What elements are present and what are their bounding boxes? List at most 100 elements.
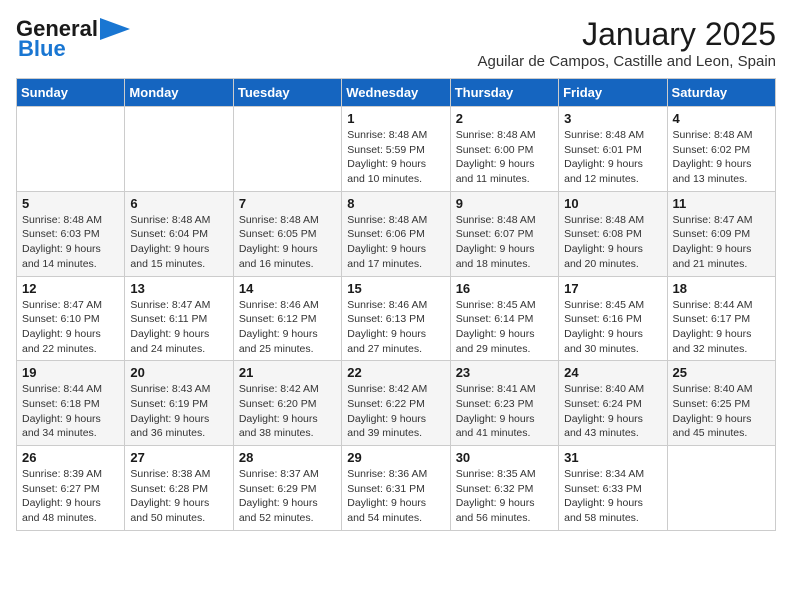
calendar-week-row: 5 Sunrise: 8:48 AM Sunset: 6:03 PM Daylig… xyxy=(17,191,776,276)
calendar-cell: 11 Sunrise: 8:47 AM Sunset: 6:09 PM Dayli… xyxy=(667,191,775,276)
day-info: Sunrise: 8:48 AM Sunset: 6:00 PM Dayligh… xyxy=(456,128,553,187)
weekday-header: Saturday xyxy=(667,79,775,107)
day-number: 3 xyxy=(564,111,661,126)
day-number: 2 xyxy=(456,111,553,126)
day-number: 29 xyxy=(347,450,444,465)
day-info: Sunrise: 8:45 AM Sunset: 6:16 PM Dayligh… xyxy=(564,298,661,357)
calendar-cell: 16 Sunrise: 8:45 AM Sunset: 6:14 PM Dayli… xyxy=(450,276,558,361)
logo-arrow-icon xyxy=(100,18,130,40)
day-info: Sunrise: 8:44 AM Sunset: 6:17 PM Dayligh… xyxy=(673,298,770,357)
day-info: Sunrise: 8:40 AM Sunset: 6:25 PM Dayligh… xyxy=(673,382,770,441)
calendar-cell: 18Sunrise: 8:44 AM Sunset: 6:17 PM Dayli… xyxy=(667,276,775,361)
day-number: 21 xyxy=(239,365,336,380)
day-number: 23 xyxy=(456,365,553,380)
calendar-cell xyxy=(667,446,775,531)
day-info: Sunrise: 8:39 AM Sunset: 6:27 PM Dayligh… xyxy=(22,467,119,526)
day-info: Sunrise: 8:34 AM Sunset: 6:33 PM Dayligh… xyxy=(564,467,661,526)
day-info: Sunrise: 8:48 AM Sunset: 6:07 PM Dayligh… xyxy=(456,213,553,272)
day-info: Sunrise: 8:45 AM Sunset: 6:14 PM Dayligh… xyxy=(456,298,553,357)
day-number: 7 xyxy=(239,196,336,211)
calendar-cell: 27 Sunrise: 8:38 AM Sunset: 6:28 PM Dayli… xyxy=(125,446,233,531)
calendar-header-row: SundayMondayTuesdayWednesdayThursdayFrid… xyxy=(17,79,776,107)
weekday-header: Thursday xyxy=(450,79,558,107)
calendar-cell: 20 Sunrise: 8:43 AM Sunset: 6:19 PM Dayli… xyxy=(125,361,233,446)
day-number: 13 xyxy=(130,281,227,296)
title-section: January 2025 Aguilar de Campos, Castille… xyxy=(477,16,776,70)
day-number: 1 xyxy=(347,111,444,126)
day-number: 15 xyxy=(347,281,444,296)
day-info: Sunrise: 8:42 AM Sunset: 6:20 PM Dayligh… xyxy=(239,382,336,441)
day-number: 8 xyxy=(347,196,444,211)
day-info: Sunrise: 8:47 AM Sunset: 6:10 PM Dayligh… xyxy=(22,298,119,357)
calendar-cell: 22 Sunrise: 8:42 AM Sunset: 6:22 PM Dayli… xyxy=(342,361,450,446)
calendar-cell xyxy=(17,107,125,192)
day-number: 11 xyxy=(673,196,770,211)
logo-blue: Blue xyxy=(18,36,66,62)
day-info: Sunrise: 8:38 AM Sunset: 6:28 PM Dayligh… xyxy=(130,467,227,526)
day-info: Sunrise: 8:37 AM Sunset: 6:29 PM Dayligh… xyxy=(239,467,336,526)
calendar-week-row: 19 Sunrise: 8:44 AM Sunset: 6:18 PM Dayli… xyxy=(17,361,776,446)
weekday-header: Wednesday xyxy=(342,79,450,107)
calendar-cell: 28 Sunrise: 8:37 AM Sunset: 6:29 PM Dayli… xyxy=(233,446,341,531)
month-title: January 2025 xyxy=(477,16,776,53)
calendar-cell: 26 Sunrise: 8:39 AM Sunset: 6:27 PM Dayli… xyxy=(17,446,125,531)
day-info: Sunrise: 8:46 AM Sunset: 6:12 PM Dayligh… xyxy=(239,298,336,357)
weekday-header: Friday xyxy=(559,79,667,107)
day-info: Sunrise: 8:48 AM Sunset: 6:02 PM Dayligh… xyxy=(673,128,770,187)
day-info: Sunrise: 8:48 AM Sunset: 6:01 PM Dayligh… xyxy=(564,128,661,187)
day-number: 19 xyxy=(22,365,119,380)
calendar-cell xyxy=(125,107,233,192)
calendar-cell: 31 Sunrise: 8:34 AM Sunset: 6:33 PM Dayli… xyxy=(559,446,667,531)
calendar-cell: 2 Sunrise: 8:48 AM Sunset: 6:00 PM Daylig… xyxy=(450,107,558,192)
weekday-header: Monday xyxy=(125,79,233,107)
calendar-cell: 13Sunrise: 8:47 AM Sunset: 6:11 PM Dayli… xyxy=(125,276,233,361)
day-info: Sunrise: 8:46 AM Sunset: 6:13 PM Dayligh… xyxy=(347,298,444,357)
calendar-cell: 5 Sunrise: 8:48 AM Sunset: 6:03 PM Daylig… xyxy=(17,191,125,276)
calendar-week-row: 12 Sunrise: 8:47 AM Sunset: 6:10 PM Dayli… xyxy=(17,276,776,361)
calendar-cell: 10 Sunrise: 8:48 AM Sunset: 6:08 PM Dayli… xyxy=(559,191,667,276)
day-info: Sunrise: 8:44 AM Sunset: 6:18 PM Dayligh… xyxy=(22,382,119,441)
day-info: Sunrise: 8:48 AM Sunset: 6:08 PM Dayligh… xyxy=(564,213,661,272)
calendar-cell: 17 Sunrise: 8:45 AM Sunset: 6:16 PM Dayli… xyxy=(559,276,667,361)
calendar-cell: 24Sunrise: 8:40 AM Sunset: 6:24 PM Dayli… xyxy=(559,361,667,446)
calendar-cell: 23 Sunrise: 8:41 AM Sunset: 6:23 PM Dayli… xyxy=(450,361,558,446)
day-number: 6 xyxy=(130,196,227,211)
day-info: Sunrise: 8:48 AM Sunset: 6:03 PM Dayligh… xyxy=(22,213,119,272)
calendar-cell: 19 Sunrise: 8:44 AM Sunset: 6:18 PM Dayli… xyxy=(17,361,125,446)
day-info: Sunrise: 8:40 AM Sunset: 6:24 PM Dayligh… xyxy=(564,382,661,441)
day-number: 20 xyxy=(130,365,227,380)
calendar-cell: 8 Sunrise: 8:48 AM Sunset: 6:06 PM Daylig… xyxy=(342,191,450,276)
day-number: 5 xyxy=(22,196,119,211)
day-number: 25 xyxy=(673,365,770,380)
calendar-cell: 25 Sunrise: 8:40 AM Sunset: 6:25 PM Dayli… xyxy=(667,361,775,446)
weekday-header: Tuesday xyxy=(233,79,341,107)
calendar-cell: 3 Sunrise: 8:48 AM Sunset: 6:01 PM Daylig… xyxy=(559,107,667,192)
day-number: 12 xyxy=(22,281,119,296)
day-info: Sunrise: 8:47 AM Sunset: 6:09 PM Dayligh… xyxy=(673,213,770,272)
weekday-header: Sunday xyxy=(17,79,125,107)
day-number: 28 xyxy=(239,450,336,465)
calendar-cell: 21 Sunrise: 8:42 AM Sunset: 6:20 PM Dayli… xyxy=(233,361,341,446)
day-number: 16 xyxy=(456,281,553,296)
day-number: 22 xyxy=(347,365,444,380)
day-info: Sunrise: 8:48 AM Sunset: 6:05 PM Dayligh… xyxy=(239,213,336,272)
logo: General Blue xyxy=(16,16,130,62)
day-number: 17 xyxy=(564,281,661,296)
day-info: Sunrise: 8:43 AM Sunset: 6:19 PM Dayligh… xyxy=(130,382,227,441)
day-number: 26 xyxy=(22,450,119,465)
day-number: 4 xyxy=(673,111,770,126)
calendar-cell: 15 Sunrise: 8:46 AM Sunset: 6:13 PM Dayli… xyxy=(342,276,450,361)
day-number: 27 xyxy=(130,450,227,465)
day-info: Sunrise: 8:48 AM Sunset: 6:04 PM Dayligh… xyxy=(130,213,227,272)
day-info: Sunrise: 8:35 AM Sunset: 6:32 PM Dayligh… xyxy=(456,467,553,526)
day-info: Sunrise: 8:42 AM Sunset: 6:22 PM Dayligh… xyxy=(347,382,444,441)
calendar-cell: 6 Sunrise: 8:48 AM Sunset: 6:04 PM Daylig… xyxy=(125,191,233,276)
calendar-cell xyxy=(233,107,341,192)
day-number: 31 xyxy=(564,450,661,465)
calendar-cell: 7 Sunrise: 8:48 AM Sunset: 6:05 PM Daylig… xyxy=(233,191,341,276)
calendar-table: SundayMondayTuesdayWednesdayThursdayFrid… xyxy=(16,78,776,531)
day-info: Sunrise: 8:48 AM Sunset: 6:06 PM Dayligh… xyxy=(347,213,444,272)
day-number: 10 xyxy=(564,196,661,211)
day-info: Sunrise: 8:41 AM Sunset: 6:23 PM Dayligh… xyxy=(456,382,553,441)
calendar-cell: 14Sunrise: 8:46 AM Sunset: 6:12 PM Dayli… xyxy=(233,276,341,361)
